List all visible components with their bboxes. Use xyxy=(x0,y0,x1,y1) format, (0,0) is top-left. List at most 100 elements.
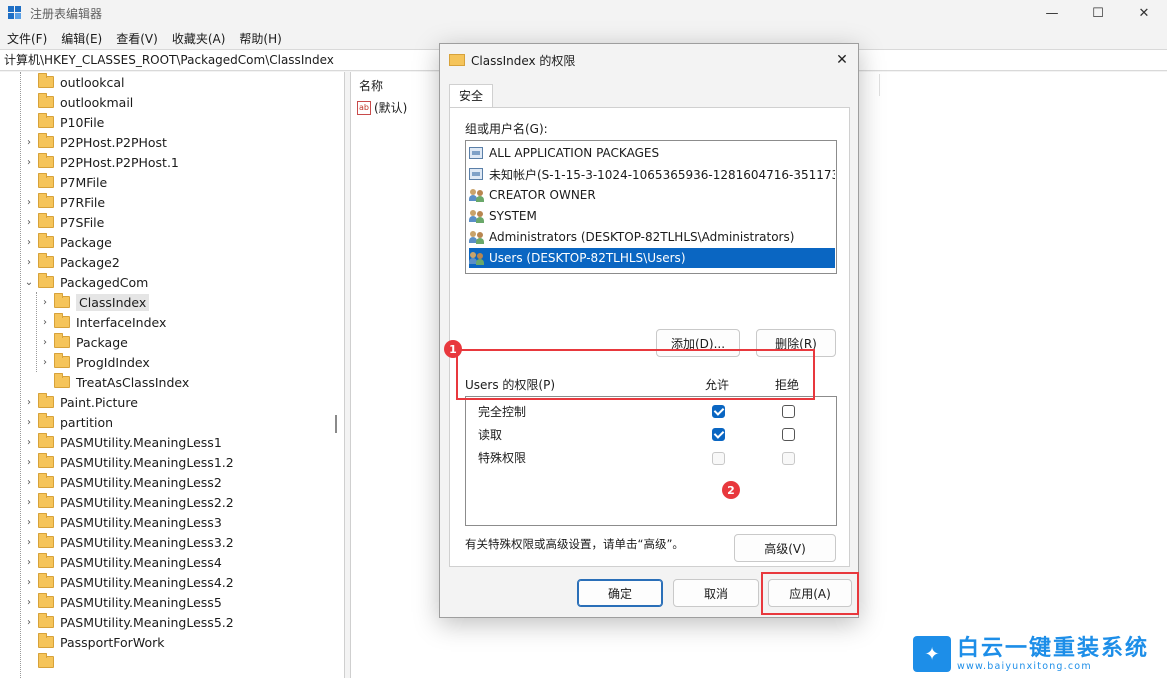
tree-item-label: P2PHost.P2PHost.1 xyxy=(60,154,179,170)
user-item-all-app-packages[interactable]: ALL APPLICATION PACKAGES xyxy=(469,143,835,163)
close-window-button[interactable]: ✕ xyxy=(1121,0,1167,26)
expander-icon[interactable]: › xyxy=(40,317,50,328)
maximize-button[interactable]: ☐ xyxy=(1075,0,1121,26)
user-item-unknown-account[interactable]: 未知帐户(S-1-15-3-1024-1065365936-1281604716… xyxy=(469,164,835,184)
tree-item-package-sub[interactable]: › Package xyxy=(40,332,128,352)
security-tab-panel: 组或用户名(G): ALL APPLICATION PACKAGES 未知帐户(… xyxy=(449,107,850,567)
expander-icon[interactable]: › xyxy=(24,617,34,628)
tree-item-pasm-4[interactable]: › PASMUtility.MeaningLess4 xyxy=(24,552,222,572)
minimize-button[interactable]: — xyxy=(1029,0,1075,26)
tree-item-p7sfile[interactable]: › P7SFile xyxy=(24,212,104,232)
expander-icon[interactable]: › xyxy=(24,397,34,408)
expander-icon[interactable]: › xyxy=(24,477,34,488)
cancel-button[interactable]: 取消 xyxy=(673,579,759,607)
tree-item-pasm-5[interactable]: › PASMUtility.MeaningLess5 xyxy=(24,592,222,612)
tree-item-label: ClassIndex xyxy=(76,293,150,311)
allow-full-control-checkbox[interactable] xyxy=(712,405,725,418)
expander-icon[interactable]: › xyxy=(24,417,34,428)
folder-icon xyxy=(54,313,70,328)
user-item-system[interactable]: SYSTEM xyxy=(469,206,835,226)
tree-item-partial[interactable] xyxy=(24,652,60,672)
deny-read-checkbox[interactable] xyxy=(782,428,795,441)
deny-full-control-checkbox[interactable] xyxy=(782,405,795,418)
user-item-administrators[interactable]: Administrators (DESKTOP-82TLHLS\Administ… xyxy=(469,227,835,247)
expander-icon[interactable]: › xyxy=(40,337,50,348)
tree-item-pasm-2-2[interactable]: › PASMUtility.MeaningLess2.2 xyxy=(24,492,234,512)
tree-item-label: PackagedCom xyxy=(60,274,149,290)
expander-icon[interactable]: › xyxy=(24,457,34,468)
menu-edit[interactable]: 编辑(E) xyxy=(54,30,109,47)
expander-icon[interactable]: › xyxy=(40,297,50,308)
tree-item-paint-picture[interactable]: › Paint.Picture xyxy=(24,392,138,412)
tree-item-p2phost[interactable]: › P2PHost.P2PHost xyxy=(24,132,167,152)
value-row-default[interactable]: ab (默认) xyxy=(357,99,407,116)
tree-item-partition[interactable]: › partition xyxy=(24,412,113,432)
expander-icon[interactable]: › xyxy=(24,597,34,608)
tree-item-label: Package2 xyxy=(60,254,120,270)
tree-item-outlookcal[interactable]: outlookcal xyxy=(24,72,124,92)
expander-icon[interactable]: › xyxy=(24,217,34,228)
user-item-creator-owner[interactable]: CREATOR OWNER xyxy=(469,185,835,205)
allow-special-checkbox xyxy=(712,452,725,465)
tree-item-pasm-3[interactable]: › PASMUtility.MeaningLess3 xyxy=(24,512,222,532)
tree-item-label: PASMUtility.MeaningLess1.2 xyxy=(60,454,234,470)
menu-favorites[interactable]: 收藏夹(A) xyxy=(165,30,233,47)
column-separator[interactable] xyxy=(879,74,880,96)
tree-item-passportforwork[interactable]: PassportForWork xyxy=(24,632,164,652)
bird-logo-icon: ✦ xyxy=(913,636,951,672)
expander-icon[interactable]: › xyxy=(24,577,34,588)
expander-icon[interactable]: › xyxy=(40,357,50,368)
tree-item-p7rfile[interactable]: › P7RFile xyxy=(24,192,105,212)
expander-icon[interactable]: › xyxy=(24,437,34,448)
tree-item-pasm-4-2[interactable]: › PASMUtility.MeaningLess4.2 xyxy=(24,572,234,592)
dialog-close-button[interactable]: ✕ xyxy=(826,44,858,76)
tree-item-label: PASMUtility.MeaningLess4 xyxy=(60,554,222,570)
folder-icon xyxy=(38,253,54,268)
tree-item-package2[interactable]: › Package2 xyxy=(24,252,120,272)
tree-item-pasm-3-2[interactable]: › PASMUtility.MeaningLess3.2 xyxy=(24,532,234,552)
tab-security[interactable]: 安全 xyxy=(449,84,493,108)
tree-item-interfaceindex[interactable]: › InterfaceIndex xyxy=(40,312,166,332)
permission-row-full-control: 完全控制 xyxy=(478,401,828,421)
menu-help[interactable]: 帮助(H) xyxy=(232,30,288,47)
expander-icon[interactable]: › xyxy=(24,157,34,168)
folder-icon xyxy=(38,613,54,628)
folder-icon xyxy=(38,153,54,168)
expander-icon[interactable]: › xyxy=(24,497,34,508)
tree-item-p10file[interactable]: P10File xyxy=(24,112,104,132)
tree-item-progidindex[interactable]: › ProgIdIndex xyxy=(40,352,150,372)
menu-view[interactable]: 查看(V) xyxy=(109,30,165,47)
expander-icon[interactable]: › xyxy=(24,197,34,208)
user-item-users[interactable]: Users (DESKTOP-82TLHLS\Users) xyxy=(469,248,835,268)
ok-button[interactable]: 确定 xyxy=(577,579,663,607)
folder-icon xyxy=(38,553,54,568)
expander-icon[interactable]: › xyxy=(24,517,34,528)
allow-read-checkbox[interactable] xyxy=(712,428,725,441)
folder-icon xyxy=(38,533,54,548)
advanced-hint-text: 有关特殊权限或高级设置，请单击“高级”。 xyxy=(465,537,684,551)
tree-item-p2phost-1[interactable]: › P2PHost.P2PHost.1 xyxy=(24,152,179,172)
menu-file[interactable]: 文件(F) xyxy=(0,30,54,47)
column-header-name[interactable]: 名称 xyxy=(359,77,383,94)
tree-item-outlookmail[interactable]: outlookmail xyxy=(24,92,133,112)
expander-icon[interactable]: › xyxy=(24,557,34,568)
tree-item-pasm-2[interactable]: › PASMUtility.MeaningLess2 xyxy=(24,472,222,492)
tree-item-p7mfile[interactable]: P7MFile xyxy=(24,172,107,192)
expander-icon[interactable]: ⌄ xyxy=(24,277,34,288)
tree-item-packagedcom[interactable]: ⌄ PackagedCom xyxy=(24,272,148,292)
user-list[interactable]: ALL APPLICATION PACKAGES 未知帐户(S-1-15-3-1… xyxy=(465,140,837,274)
tree-item-label: P10File xyxy=(60,114,105,130)
tree-item-label: PASMUtility.MeaningLess5.2 xyxy=(60,614,234,630)
tree-item-treatasclassindex[interactable]: TreatAsClassIndex xyxy=(40,372,189,392)
expander-icon[interactable]: › xyxy=(24,137,34,148)
expander-icon[interactable]: › xyxy=(24,237,34,248)
tree-item-classindex[interactable]: › ClassIndex xyxy=(40,292,150,312)
tree-item-package[interactable]: › Package xyxy=(24,232,112,252)
advanced-button[interactable]: 高级(V) xyxy=(734,534,836,562)
tree-item-pasm-1-2[interactable]: › PASMUtility.MeaningLess1.2 xyxy=(24,452,234,472)
expander-icon[interactable]: › xyxy=(24,537,34,548)
tree-item-pasm-5-2[interactable]: › PASMUtility.MeaningLess5.2 xyxy=(24,612,234,632)
pane-splitter[interactable] xyxy=(335,415,337,433)
expander-icon[interactable]: › xyxy=(24,257,34,268)
tree-item-pasm-1[interactable]: › PASMUtility.MeaningLess1 xyxy=(24,432,222,452)
